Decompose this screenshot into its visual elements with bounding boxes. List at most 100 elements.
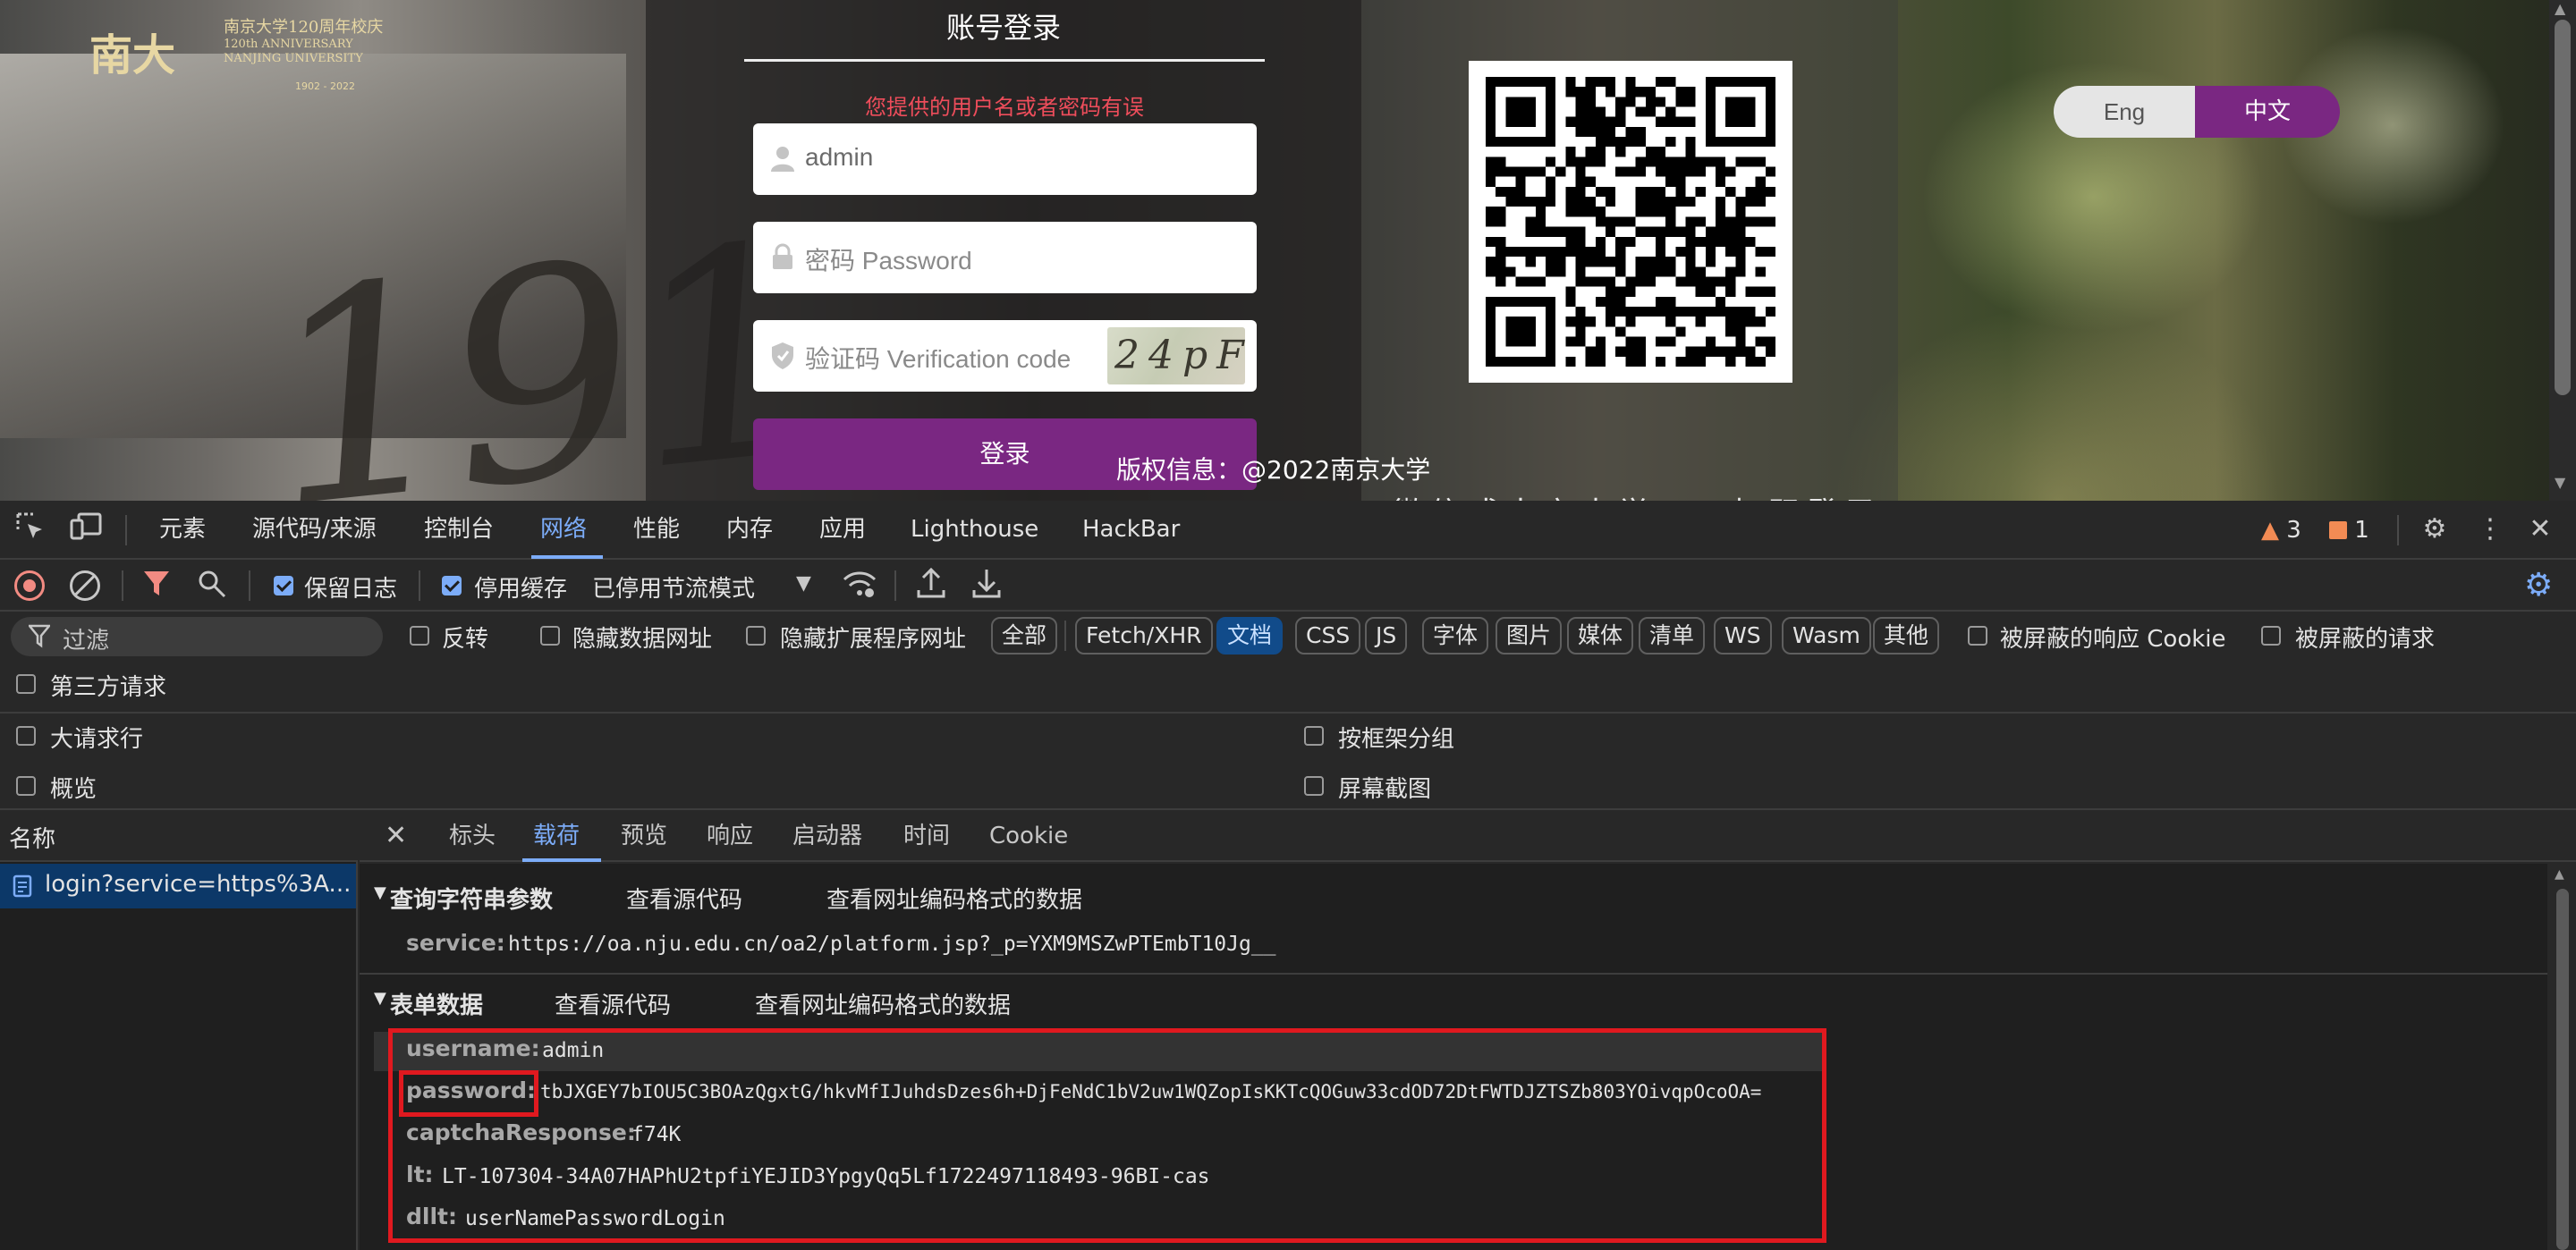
filter-type-wasm[interactable]: Wasm — [1782, 617, 1871, 655]
request-row[interactable]: login?service=https%3A... — [0, 864, 356, 908]
network-toolbar: 保留日志 停用缓存 已停用节流模式 ▼ ⚙ — [0, 560, 2576, 612]
scroll-up-arrow-icon[interactable]: ▲ — [2555, 0, 2565, 17]
blocked-requests-label: 被屏蔽的请求 — [2295, 626, 2436, 653]
more-options-icon[interactable]: ⋮ — [2472, 511, 2508, 547]
form-data-title[interactable]: 表单数据 — [390, 987, 483, 1020]
detail-tab-headers[interactable]: 标头 — [449, 810, 496, 862]
filter-type-manifest[interactable]: 清单 — [1639, 617, 1706, 655]
param-value: https://oa.nju.edu.cn/oa2/platform.jsp?_… — [508, 933, 1276, 956]
query-params-title[interactable]: 查询字符串参数 — [390, 882, 553, 915]
warnings-counter[interactable]: ▲ 3 — [2261, 517, 2301, 544]
detail-tab-preview[interactable]: 预览 — [621, 810, 667, 862]
detail-tab-cookies[interactable]: Cookie — [989, 810, 1068, 862]
captcha-image[interactable]: 24pF — [1107, 327, 1245, 384]
tab-lighthouse[interactable]: Lighthouse — [909, 501, 1040, 558]
filter-type-img[interactable]: 图片 — [1496, 617, 1563, 655]
warning-icon: ▲ — [2261, 517, 2279, 544]
query-view-source-link[interactable]: 查看源代码 — [626, 882, 742, 915]
tab-memory[interactable]: 内存 — [724, 501, 775, 558]
close-devtools-icon[interactable]: ✕ — [2522, 511, 2558, 547]
detail-scroll-thumb[interactable] — [2556, 889, 2569, 1250]
blocked-cookies-checkbox[interactable] — [1968, 626, 1987, 646]
filter-type-font[interactable]: 字体 — [1422, 617, 1489, 655]
separator — [125, 515, 127, 545]
logo-line-1: 南京大学120周年校庆 — [224, 18, 384, 37]
hide-extension-urls-label: 隐藏扩展程序网址 — [780, 626, 967, 653]
form-view-encoded-link[interactable]: 查看网址编码格式的数据 — [755, 987, 1011, 1020]
lang-eng-button[interactable]: Eng — [2054, 86, 2195, 138]
active-tab-indicator — [531, 555, 603, 559]
close-detail-icon[interactable]: ✕ — [385, 810, 407, 862]
detail-tab-payload[interactable]: 载荷 — [533, 810, 580, 862]
username-field[interactable]: admin — [753, 123, 1257, 195]
invert-checkbox[interactable] — [410, 626, 429, 646]
throttling-select[interactable]: 已停用节流模式 — [592, 570, 755, 604]
captcha-field[interactable]: 验证码 Verification code 24pF — [753, 320, 1257, 392]
network-conditions-icon[interactable] — [843, 569, 877, 603]
expand-triangle-icon[interactable]: ▼ — [374, 883, 386, 902]
filter-type-css[interactable]: CSS — [1295, 617, 1361, 655]
detail-tabbar — [360, 810, 2576, 862]
clear-log-icon[interactable] — [70, 570, 100, 601]
hide-data-urls-checkbox[interactable] — [540, 626, 560, 646]
param-key: service: — [406, 930, 505, 956]
filter-type-js[interactable]: JS — [1365, 617, 1408, 655]
lang-zh-button[interactable]: 中文 — [2195, 86, 2340, 138]
device-toolbar-icon[interactable] — [68, 511, 104, 547]
scroll-down-arrow-icon[interactable]: ▼ — [2555, 474, 2565, 491]
filter-type-all[interactable]: 全部 — [991, 617, 1058, 655]
screenshots-label: 屏幕截图 — [1338, 776, 1432, 803]
separator — [1064, 621, 1066, 651]
preserve-log-checkbox[interactable] — [274, 576, 293, 595]
login-title: 账号登录 — [945, 11, 1061, 45]
separator — [419, 570, 420, 601]
filter-placeholder: 过滤 — [63, 628, 110, 655]
hide-extension-urls-checkbox[interactable] — [746, 626, 766, 646]
name-column-header[interactable]: 名称 — [9, 821, 55, 854]
filter-type-doc[interactable]: 文档 — [1216, 617, 1284, 655]
export-har-icon[interactable] — [971, 567, 1002, 603]
disable-cache-checkbox[interactable] — [442, 576, 462, 595]
copyright-text: 版权信息：@2022南京大学 — [1116, 455, 1431, 485]
detail-tab-initiator[interactable]: 启动器 — [792, 810, 862, 862]
tab-sources[interactable]: 源代码/来源 — [250, 501, 378, 558]
detail-tab-timing[interactable]: 时间 — [903, 810, 950, 862]
expand-triangle-icon[interactable]: ▼ — [374, 989, 386, 1008]
logo-line-2: 120th ANNIVERSARY — [224, 38, 353, 51]
filter-type-other[interactable]: 其他 — [1873, 617, 1940, 655]
tab-performance[interactable]: 性能 — [631, 501, 682, 558]
language-switch[interactable]: Eng 中文 — [2054, 86, 2340, 138]
group-by-frame-checkbox[interactable] — [1304, 726, 1324, 746]
record-stop-icon[interactable] — [14, 570, 45, 601]
filter-type-fetch-xhr[interactable]: Fetch/XHR — [1075, 617, 1213, 655]
third-party-label: 第三方请求 — [50, 674, 167, 701]
search-icon[interactable] — [197, 569, 227, 603]
detail-tab-response[interactable]: 响应 — [707, 810, 753, 862]
issues-counter[interactable]: 1 — [2329, 517, 2369, 544]
scroll-up-arrow-icon[interactable]: ▲ — [2555, 867, 2564, 882]
settings-gear-icon[interactable]: ⚙ — [2417, 511, 2453, 547]
page-scroll-thumb[interactable] — [2555, 20, 2571, 395]
import-har-icon[interactable] — [916, 567, 946, 603]
tab-hackbar[interactable]: HackBar — [1080, 501, 1182, 558]
tab-console[interactable]: 控制台 — [422, 501, 496, 558]
network-settings-gear-icon[interactable]: ⚙ — [2524, 567, 2553, 604]
blocked-requests-checkbox[interactable] — [2261, 626, 2281, 646]
tab-application[interactable]: 应用 — [818, 501, 868, 558]
tab-elements[interactable]: 元素 — [157, 501, 208, 558]
screenshots-checkbox[interactable] — [1304, 776, 1324, 796]
password-field[interactable]: 密码 Password — [753, 222, 1257, 293]
big-request-rows-checkbox[interactable] — [16, 726, 36, 746]
overview-checkbox[interactable] — [16, 776, 36, 796]
filter-input[interactable]: 过滤 — [11, 617, 383, 656]
filter-funnel-icon[interactable] — [143, 569, 170, 603]
form-view-source-link[interactable]: 查看源代码 — [555, 987, 671, 1020]
tab-network[interactable]: 网络 — [538, 501, 589, 558]
query-view-encoded-link[interactable]: 查看网址编码格式的数据 — [826, 882, 1082, 915]
chevron-down-icon[interactable]: ▼ — [796, 572, 811, 595]
filter-type-ws[interactable]: WS — [1714, 617, 1772, 655]
filter-type-media[interactable]: 媒体 — [1567, 617, 1634, 655]
third-party-checkbox[interactable] — [16, 674, 36, 694]
devtools-tabbar: 元素 源代码/来源 控制台 网络 性能 内存 应用 Lighthouse Hac… — [0, 501, 2576, 560]
inspect-element-icon[interactable] — [13, 511, 48, 547]
